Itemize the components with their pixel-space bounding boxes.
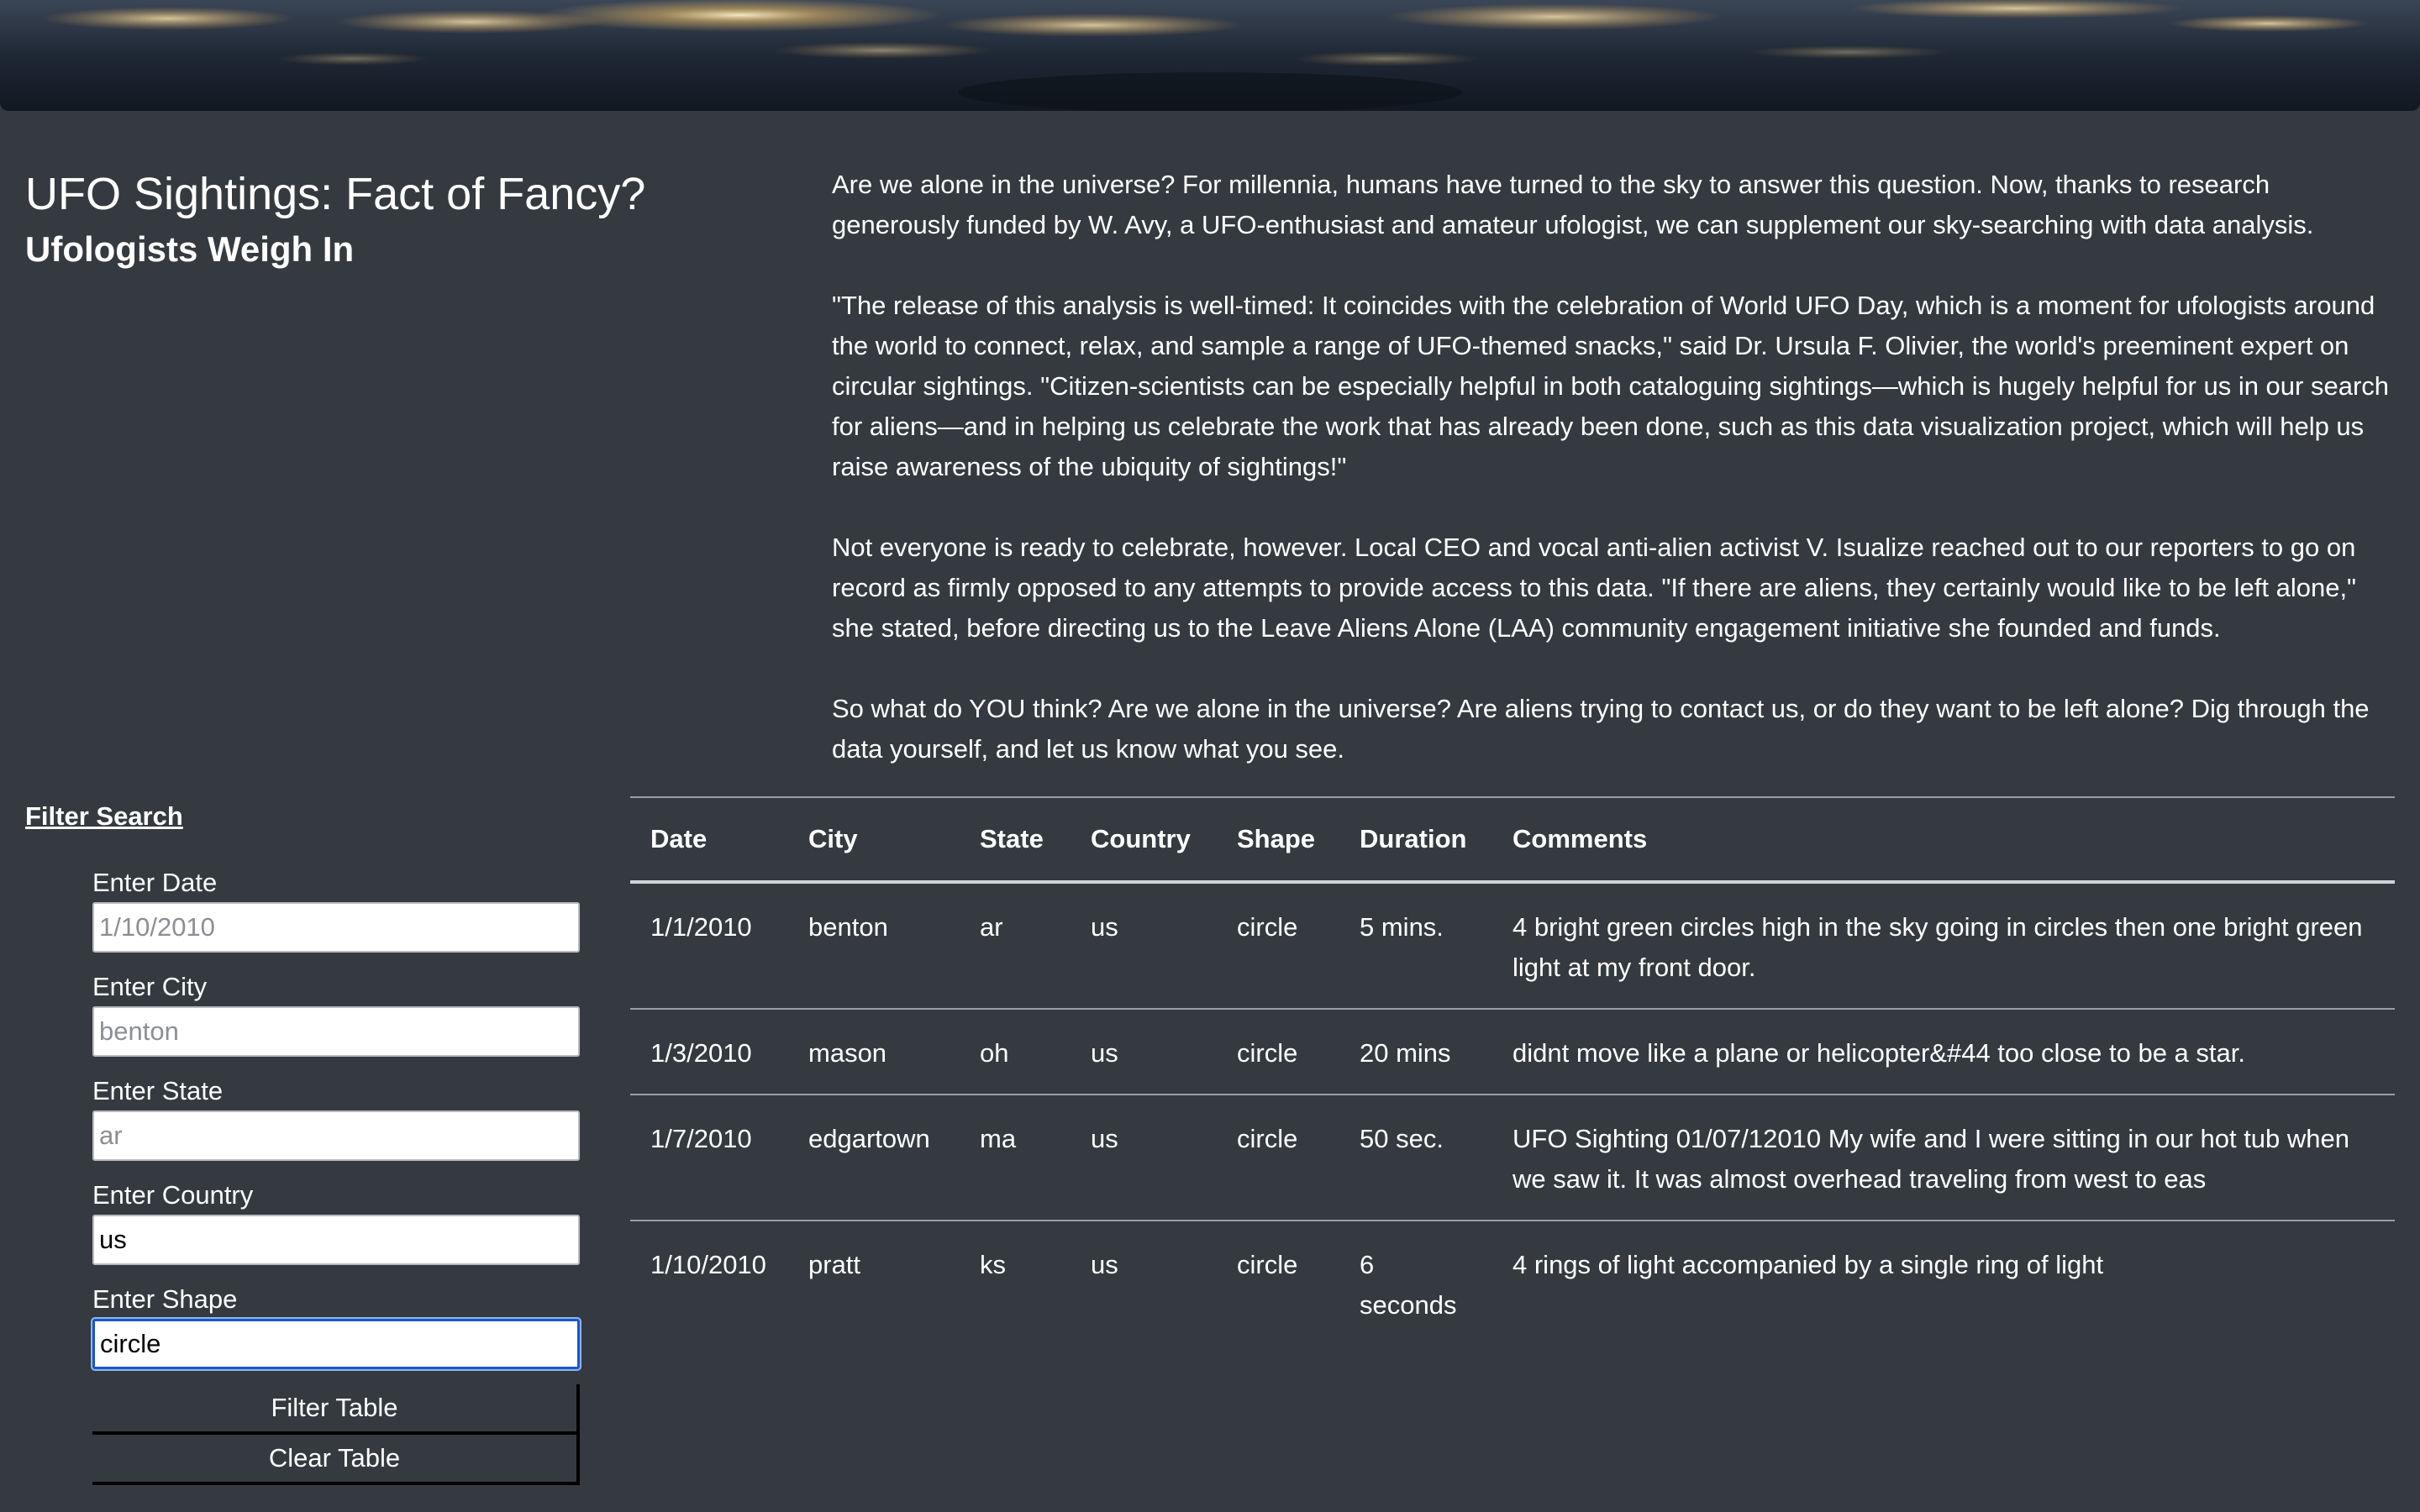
country-label: Enter Country bbox=[92, 1180, 254, 1210]
cell-comments: UFO Sighting 01/07/12010 My wife and I w… bbox=[1492, 1095, 2395, 1221]
cell-date: 1/1/2010 bbox=[630, 882, 788, 1010]
table-header-row: Date City State Country Shape Duration C… bbox=[630, 796, 2395, 884]
ufo-sightings-table: Date City State Country Shape Duration C… bbox=[630, 796, 2395, 1346]
cell-date: 1/10/2010 bbox=[650, 1250, 766, 1279]
cell-duration: 5 mins. bbox=[1339, 882, 1492, 1010]
page-title: UFO Sightings: Fact of Fancy? bbox=[25, 169, 646, 219]
cell-country: us bbox=[1071, 882, 1217, 1010]
column-header-date: Date bbox=[630, 796, 788, 884]
city-label: Enter City bbox=[92, 972, 208, 1001]
table-row: 1/3/2010 mason oh us circle 20 mins didn… bbox=[630, 1009, 2395, 1095]
column-header-comments: Comments bbox=[1492, 796, 2395, 884]
state-label: Enter State bbox=[92, 1076, 224, 1105]
clear-table-button[interactable]: Clear Table bbox=[92, 1435, 580, 1485]
table-row: 1/10/2010 pratt ks us circle 6 seconds 4… bbox=[630, 1221, 2395, 1346]
table-row: 1/7/2010 edgartown ma us circle 50 sec. … bbox=[630, 1095, 2395, 1221]
filter-panel: Filter Search Enter Date Enter City Ente… bbox=[25, 796, 597, 1485]
cell-shape: circle bbox=[1237, 1250, 1298, 1279]
hero-banner-earth-at-night bbox=[0, 0, 2420, 111]
ufo-table-container: Date City State Country Shape Duration C… bbox=[630, 796, 2395, 1346]
cell-state: ma bbox=[960, 1095, 1071, 1221]
cell-duration: 50 sec. bbox=[1339, 1095, 1492, 1221]
cell-city: pratt bbox=[808, 1250, 861, 1279]
shape-label: Enter Shape bbox=[92, 1284, 238, 1314]
page-header: UFO Sightings: Fact of Fancy? Ufologists… bbox=[25, 165, 645, 276]
shape-input[interactable] bbox=[92, 1319, 580, 1369]
cell-country: us bbox=[1091, 1250, 1118, 1279]
page-subtitle: Ufologists Weigh In bbox=[25, 229, 355, 269]
city-input[interactable] bbox=[92, 1006, 580, 1057]
article-paragraph: So what do YOU think? Are we alone in th… bbox=[832, 694, 2370, 764]
cell-country: us bbox=[1071, 1009, 1217, 1095]
filter-item-shape: Enter Shape bbox=[92, 1282, 605, 1386]
state-input[interactable] bbox=[92, 1110, 580, 1161]
table-header: Date City State Country Shape Duration C… bbox=[630, 796, 2395, 884]
column-header-shape: Shape bbox=[1217, 796, 1339, 884]
cell-city: benton bbox=[788, 882, 960, 1010]
country-input[interactable] bbox=[92, 1215, 580, 1265]
cell-date: 1/7/2010 bbox=[630, 1095, 788, 1221]
table-row: 1/1/2010 benton ar us circle 5 mins. 4 b… bbox=[630, 882, 2395, 1010]
cell-shape: circle bbox=[1217, 1009, 1339, 1095]
filter-list: Enter Date Enter City Enter State Enter … bbox=[92, 865, 605, 1386]
filter-item-state: Enter State bbox=[92, 1074, 605, 1178]
cell-shape: circle bbox=[1217, 1095, 1339, 1221]
cell-city: mason bbox=[788, 1009, 960, 1095]
article-paragraph: Are we alone in the universe? For millen… bbox=[832, 170, 2314, 239]
column-header-city: City bbox=[788, 796, 960, 884]
filter-search-heading: Filter Search bbox=[25, 801, 183, 831]
cell-country: us bbox=[1071, 1095, 1217, 1221]
date-input[interactable] bbox=[92, 902, 580, 953]
cell-state: ks bbox=[980, 1250, 1006, 1279]
cell-shape: circle bbox=[1217, 882, 1339, 1010]
date-label: Enter Date bbox=[92, 868, 218, 897]
filter-table-button[interactable]: Filter Table bbox=[92, 1384, 580, 1435]
cell-state: ar bbox=[960, 882, 1071, 1010]
table-body: 1/1/2010 benton ar us circle 5 mins. 4 b… bbox=[630, 882, 2395, 1346]
cell-comments: 4 rings of light accompanied by a single… bbox=[1512, 1250, 2104, 1279]
cell-duration: 6 seconds bbox=[1360, 1250, 1457, 1320]
column-header-country: Country bbox=[1071, 796, 1217, 884]
hero-image bbox=[0, 0, 2420, 111]
article-paragraph: "The release of this analysis is well-ti… bbox=[832, 291, 2390, 481]
article-paragraph: Not everyone is ready to celebrate, howe… bbox=[832, 533, 2357, 643]
column-header-duration: Duration bbox=[1339, 796, 1492, 884]
cell-comments: 4 bright green circles high in the sky g… bbox=[1492, 882, 2395, 1010]
cell-city: edgartown bbox=[788, 1095, 960, 1221]
cell-comments: didnt move like a plane or helicopter&#4… bbox=[1492, 1009, 2395, 1095]
cell-duration: 20 mins bbox=[1339, 1009, 1492, 1095]
filter-item-date: Enter Date bbox=[92, 865, 605, 969]
column-header-state: State bbox=[960, 796, 1071, 884]
cell-state: oh bbox=[960, 1009, 1071, 1095]
filter-item-country: Enter Country bbox=[92, 1178, 605, 1282]
article-body: Are we alone in the universe? For millen… bbox=[832, 165, 2396, 810]
filter-item-city: Enter City bbox=[92, 969, 605, 1074]
cell-date: 1/3/2010 bbox=[630, 1009, 788, 1095]
